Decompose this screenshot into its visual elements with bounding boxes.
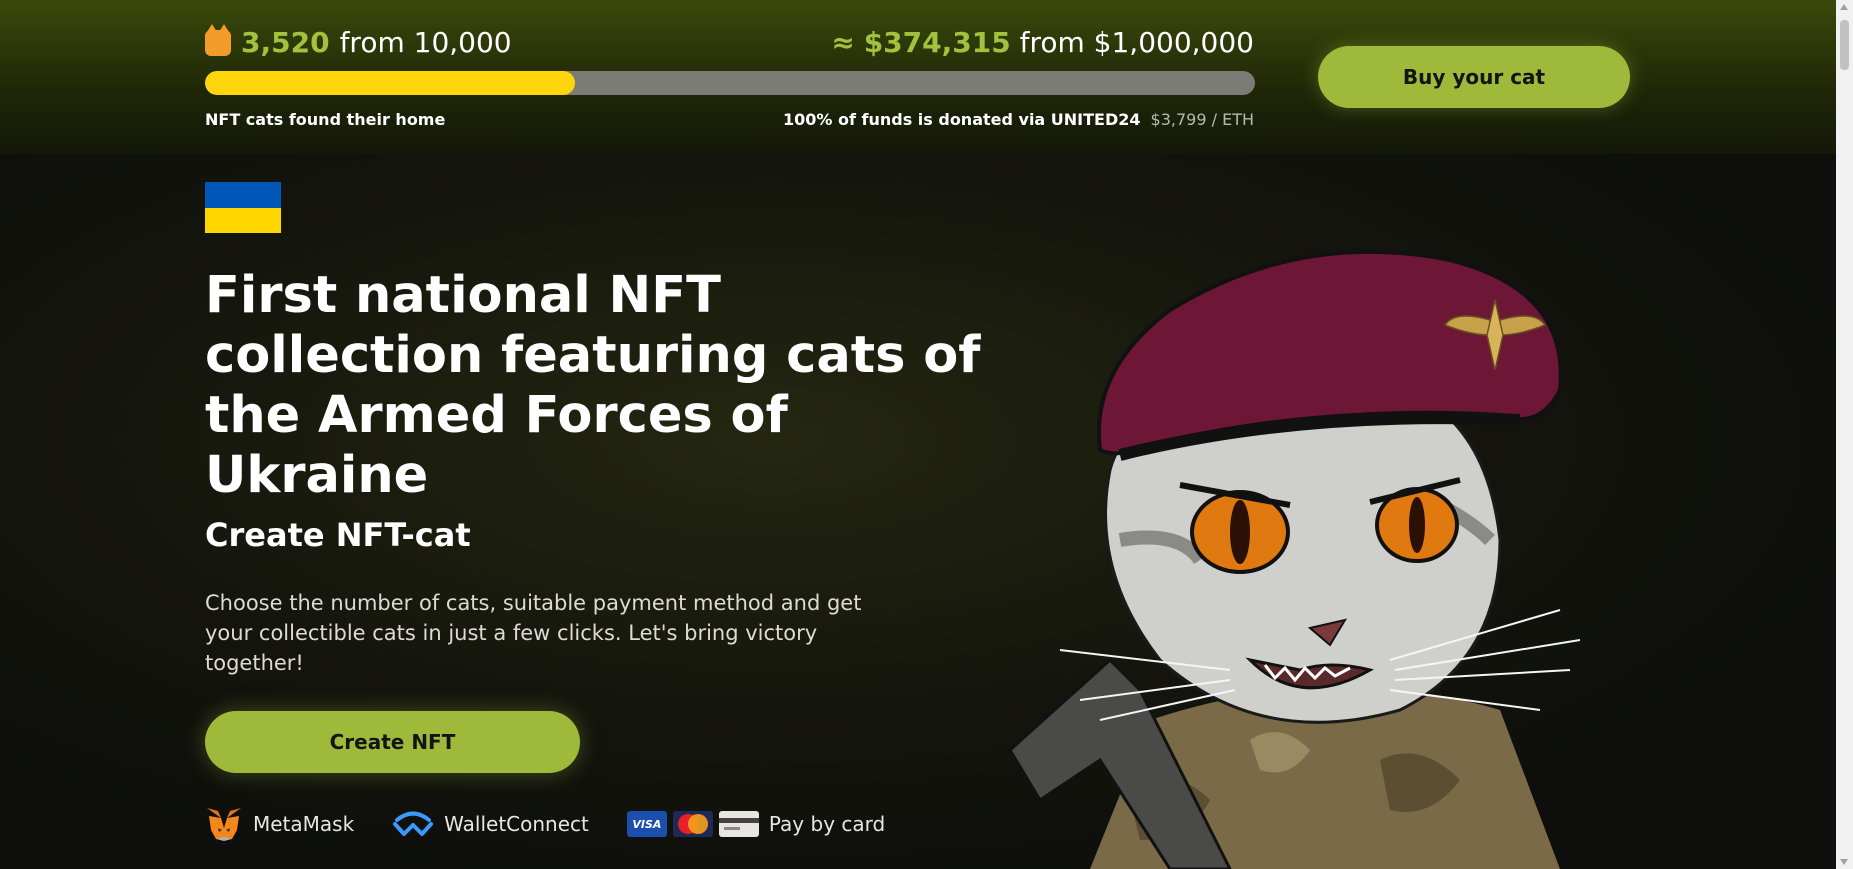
create-nft-button[interactable]: Create NFT	[205, 711, 580, 773]
metamask-label: MetaMask	[253, 812, 355, 836]
create-nft-description: Choose the number of cats, suitable paym…	[205, 591, 862, 675]
scroll-thumb[interactable]	[1840, 20, 1849, 70]
funds-goal-label: from $1,000,000	[1019, 26, 1254, 59]
walletconnect-icon	[393, 811, 434, 836]
eth-rate: $3,799 / ETH	[1150, 110, 1254, 129]
page-headline: First national NFT collection featuring …	[205, 266, 981, 505]
progress-bar	[205, 71, 1255, 95]
create-nft-title: Create NFT-cat	[205, 516, 471, 554]
cats-found-caption: NFT cats found their home	[205, 110, 446, 129]
cat-face-icon	[205, 23, 231, 56]
funds-raised-amount: $374,315	[863, 26, 1011, 59]
pay-by-card-option[interactable]: VISA Pay by card	[626, 811, 886, 837]
flag-blue-stripe	[205, 182, 281, 208]
walletconnect-label: WalletConnect	[444, 812, 589, 836]
approx-sign: ≈	[831, 26, 855, 59]
mastercard-icon	[672, 811, 713, 837]
pay-by-card-label: Pay by card	[768, 812, 886, 836]
cats-found-count: 3,520	[241, 26, 330, 59]
funds-raised-stat: ≈ $374,315 from $1,000,000	[831, 26, 1254, 59]
walletconnect-option[interactable]: WalletConnect	[392, 810, 589, 838]
scroll-down-icon[interactable]	[1840, 859, 1848, 865]
cats-found-stat: 3,520 from 10,000	[205, 23, 512, 59]
fox-icon	[207, 808, 241, 841]
ukraine-flag	[205, 182, 281, 233]
donation-progress-header: 3,520 from 10,000 ≈ $374,315 from $1,000…	[0, 0, 1836, 154]
soldier-cat-illustration	[1008, 249, 1581, 869]
cats-total-label: from 10,000	[339, 26, 512, 59]
donation-caption: 100% of funds is donated via UNITED24	[782, 110, 1141, 129]
progress-bar-fill	[205, 71, 575, 95]
scroll-up-icon[interactable]	[1840, 4, 1848, 10]
visa-logo: VISA	[626, 811, 667, 837]
metamask-option[interactable]: MetaMask	[205, 806, 354, 842]
buy-cat-button[interactable]: Buy your cat	[1318, 46, 1630, 108]
payment-methods: MetaMask WalletConnect VISA Pay by card	[205, 806, 923, 842]
credit-card-icon	[718, 811, 759, 837]
donation-info: 100% of funds is donated via UNITED24 $3,…	[783, 110, 1254, 129]
flag-yellow-stripe	[205, 207, 281, 233]
card-logos: VISA	[626, 811, 759, 837]
page-scrollbar[interactable]	[1836, 0, 1853, 869]
